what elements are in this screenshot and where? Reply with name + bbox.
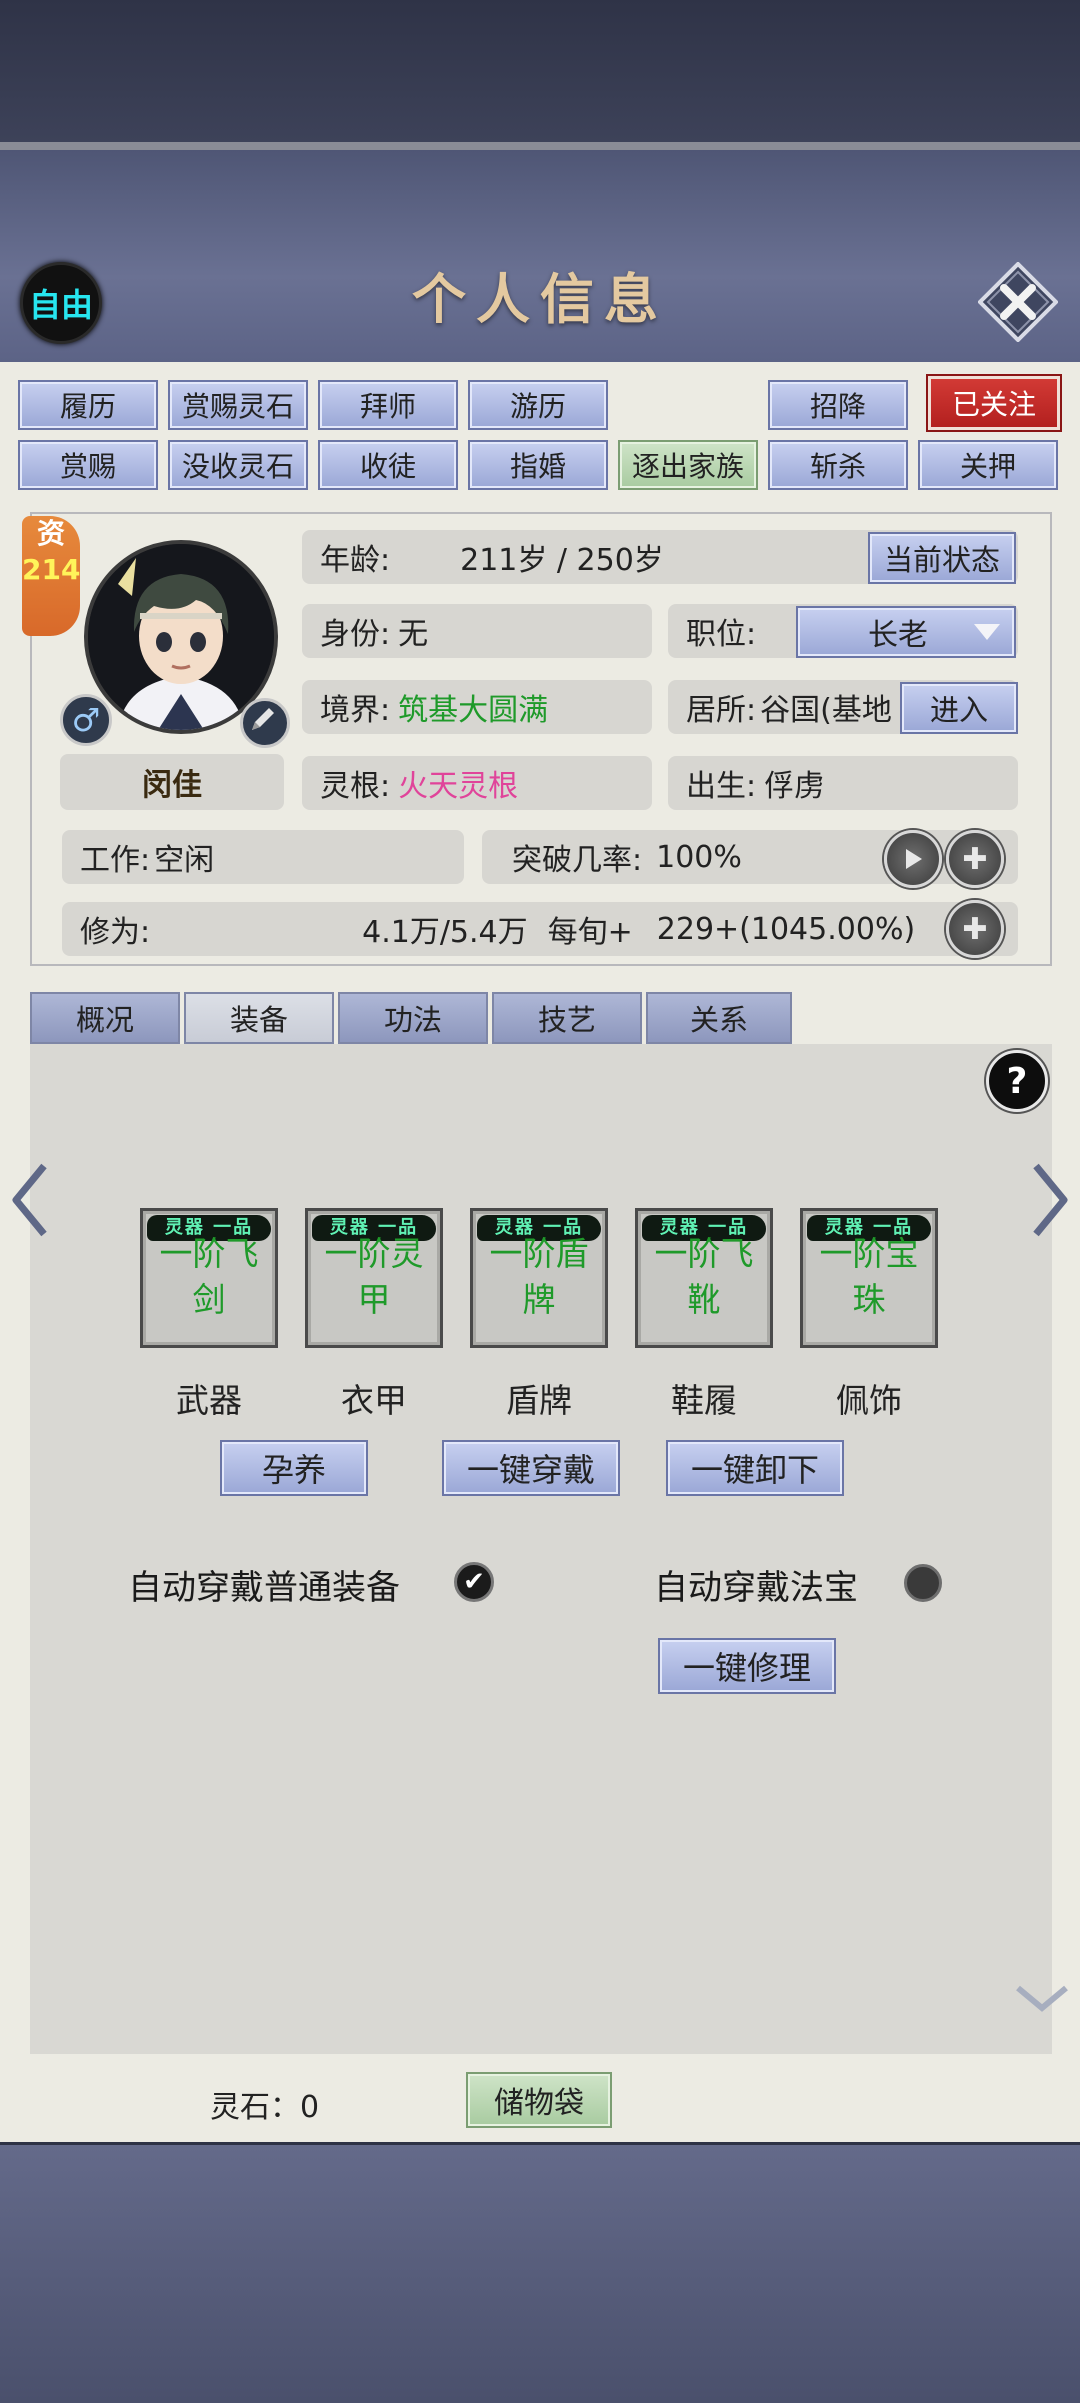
spirit-root-value: 火天灵根 — [398, 769, 519, 804]
repair-all-button[interactable]: 一键修理 — [658, 1638, 836, 1694]
current-state-button[interactable]: 当前状态 — [868, 532, 1016, 584]
help-icon[interactable]: ? — [986, 1050, 1048, 1112]
realm-label: 境界: — [320, 693, 391, 728]
armor-slot[interactable]: 灵器 一品 一阶灵甲 — [305, 1208, 443, 1348]
top-band — [0, 0, 1080, 142]
page-title: 个人信息 — [412, 267, 668, 331]
reward-spirit-stone-button[interactable]: 赏赐灵石 — [168, 380, 308, 430]
item-name: 一阶飞靴 — [654, 1234, 754, 1319]
arrange-marriage-button[interactable]: 指婚 — [468, 440, 608, 490]
weapon-slot[interactable]: 灵器 一品 一阶飞剑 — [140, 1208, 278, 1348]
spirit-root-field: 灵根: 火天灵根 — [302, 756, 652, 810]
play-icon[interactable] — [884, 830, 942, 888]
tab-equipment[interactable]: 装备 — [184, 992, 334, 1044]
auto-equip-normal-checkbox[interactable]: ✔ — [454, 1562, 494, 1602]
position-value: 长老 — [868, 618, 928, 653]
plus-icon[interactable]: ✚ — [946, 900, 1004, 958]
edit-pen-icon[interactable] — [240, 698, 290, 748]
aptitude-value: 214 — [22, 553, 81, 586]
age-label: 年龄: — [320, 543, 391, 578]
confiscate-spirit-stone-button[interactable]: 没收灵石 — [168, 440, 308, 490]
reward-button[interactable]: 赏赐 — [18, 440, 158, 490]
birth-field: 出生: 俘虏 — [668, 756, 1018, 810]
shield-label: 盾牌 — [506, 1381, 572, 1420]
birth-value: 俘虏 — [764, 769, 825, 804]
followed-button[interactable]: 已关注 — [928, 376, 1060, 430]
expel-from-clan-button[interactable]: 逐出家族 — [618, 440, 758, 490]
execute-button[interactable]: 斩杀 — [768, 440, 908, 490]
aptitude-label: 资 — [36, 517, 65, 550]
take-disciple-button[interactable]: 收徒 — [318, 440, 458, 490]
cultivation-value: 4.1万/5.4万 — [362, 915, 528, 950]
identity-field: 身份: 无 — [302, 604, 652, 658]
free-status-badge[interactable]: 自由 — [20, 262, 102, 344]
accessory-slot[interactable]: 灵器 一品 一阶宝珠 — [800, 1208, 938, 1348]
item-name: 一阶宝珠 — [819, 1234, 919, 1319]
work-label: 工作: — [80, 843, 151, 878]
nurture-button[interactable]: 孕养 — [220, 1440, 368, 1496]
spirit-root-label: 灵根: — [320, 769, 391, 804]
breakthrough-value: 100% — [656, 839, 742, 875]
auto-equip-treasure-label: 自动穿戴法宝 — [654, 1568, 858, 1608]
accessory-label: 佩饰 — [836, 1381, 902, 1420]
birth-label: 出生: — [686, 769, 757, 804]
identity-value: 无 — [398, 617, 429, 652]
breakthrough-label: 突破几率: — [512, 843, 643, 878]
recruit-button[interactable]: 招降 — [768, 380, 908, 430]
enter-residence-button[interactable]: 进入 — [900, 682, 1018, 734]
work-field: 工作: 空闲 — [62, 830, 464, 884]
armor-label: 衣甲 — [341, 1381, 407, 1420]
unequip-all-button[interactable]: 一键卸下 — [666, 1440, 844, 1496]
auto-equip-treasure-toggle[interactable] — [904, 1564, 942, 1602]
character-name: 闵佳 — [60, 754, 284, 810]
cultivation-field: 修为: 4.1万/5.4万 每旬+ 229+(1045.00%) — [62, 902, 1018, 956]
per-turn-value: 229+(1045.00%) — [656, 911, 916, 947]
item-name: 一阶飞剑 — [159, 1234, 259, 1319]
tab-overview[interactable]: 概况 — [30, 992, 180, 1044]
next-arrow-icon[interactable] — [1028, 1160, 1072, 1240]
imprison-button[interactable]: 关押 — [918, 440, 1058, 490]
cultivation-label: 修为: — [80, 915, 151, 950]
history-button[interactable]: 履历 — [18, 380, 158, 430]
storage-bag-button[interactable]: 储物袋 — [466, 2072, 612, 2128]
chevron-down-icon — [974, 624, 1000, 640]
position-label: 职位: — [686, 617, 757, 652]
equip-all-button[interactable]: 一键穿戴 — [442, 1440, 620, 1496]
age-value: 211岁 / 250岁 — [460, 543, 664, 578]
identity-label: 身份: — [320, 617, 391, 652]
residence-value: 谷国(基地 — [760, 693, 892, 728]
bottom-area — [0, 2142, 1080, 2403]
boots-label: 鞋履 — [671, 1381, 737, 1420]
residence-label: 居所: — [686, 693, 757, 728]
boots-slot[interactable]: 灵器 一品 一阶飞靴 — [635, 1208, 773, 1348]
close-icon[interactable] — [977, 261, 1059, 343]
spirit-stone-count: 灵石：0 — [210, 2090, 320, 2125]
realm-field: 境界: 筑基大圆满 — [302, 680, 652, 734]
item-name: 一阶灵甲 — [324, 1234, 424, 1319]
tab-relations[interactable]: 关系 — [646, 992, 792, 1044]
take-master-button[interactable]: 拜师 — [318, 380, 458, 430]
previous-arrow-icon[interactable] — [8, 1160, 52, 1240]
per-turn-label: 每旬+ — [547, 915, 633, 950]
work-value: 空闲 — [154, 843, 215, 878]
tab-techniques[interactable]: 功法 — [338, 992, 488, 1044]
scroll-down-chevron-icon[interactable] — [1014, 1984, 1070, 2014]
position-select[interactable]: 长老 — [796, 606, 1016, 658]
shield-slot[interactable]: 灵器 一品 一阶盾牌 — [470, 1208, 608, 1348]
tab-skills[interactable]: 技艺 — [492, 992, 642, 1044]
item-name: 一阶盾牌 — [489, 1234, 589, 1319]
equipment-content — [30, 1044, 1052, 2054]
weapon-label: 武器 — [176, 1381, 242, 1420]
travel-button[interactable]: 游历 — [468, 380, 608, 430]
plus-icon[interactable]: ✚ — [946, 830, 1004, 888]
realm-value: 筑基大圆满 — [398, 693, 549, 728]
auto-equip-normal-label: 自动穿戴普通装备 — [128, 1568, 400, 1608]
aptitude-tag: 资 214 — [22, 516, 80, 636]
male-gender-icon: ♂ — [60, 694, 112, 746]
